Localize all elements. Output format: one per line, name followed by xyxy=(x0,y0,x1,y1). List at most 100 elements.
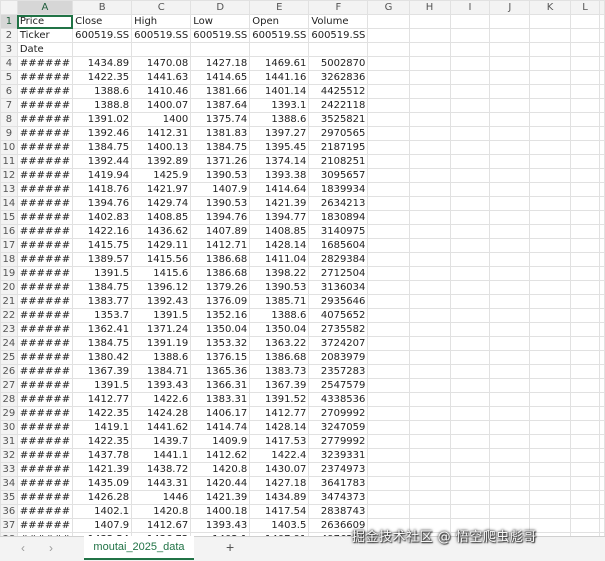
cell-d14[interactable]: 1390.53 xyxy=(190,196,251,211)
cell-k17[interactable] xyxy=(529,238,571,253)
cell-g10[interactable] xyxy=(367,140,410,155)
cell-c18[interactable]: 1415.56 xyxy=(131,252,192,267)
cell-e1[interactable]: Open xyxy=(249,14,310,29)
cell-g17[interactable] xyxy=(367,238,410,253)
cell-a14[interactable]: ###### xyxy=(16,196,74,211)
cell-f4[interactable]: 5002870 xyxy=(308,56,369,71)
column-header-d[interactable]: D xyxy=(190,0,251,15)
column-header-c[interactable]: C xyxy=(131,0,192,15)
cell-b7[interactable]: 1388.8 xyxy=(72,98,133,113)
cell-a33[interactable]: ###### xyxy=(16,462,74,477)
cell-f7[interactable]: 2422118 xyxy=(308,98,369,113)
cell-d11[interactable]: 1371.26 xyxy=(190,154,251,169)
cell-h23[interactable] xyxy=(408,322,451,337)
cell-h21[interactable] xyxy=(408,294,451,309)
row-header[interactable]: 9 xyxy=(0,126,18,141)
cell-f21[interactable]: 2935646 xyxy=(308,294,369,309)
cell-g30[interactable] xyxy=(367,420,410,435)
cell-g15[interactable] xyxy=(367,210,410,225)
cell-k8[interactable] xyxy=(529,112,571,127)
cell-a7[interactable]: ###### xyxy=(16,98,74,113)
cell-e17[interactable]: 1428.14 xyxy=(249,238,310,253)
cell-j34[interactable] xyxy=(489,476,531,491)
cell-j18[interactable] xyxy=(489,252,531,267)
row-header[interactable]: 17 xyxy=(0,238,18,253)
cell-c37[interactable]: 1412.67 xyxy=(131,518,192,533)
cell-h2[interactable] xyxy=(408,28,451,43)
cell-g34[interactable] xyxy=(367,476,410,491)
cell-e18[interactable]: 1411.04 xyxy=(249,252,310,267)
row-header[interactable]: 37 xyxy=(0,518,18,533)
cell-a20[interactable]: ###### xyxy=(16,280,74,295)
cell-g32[interactable] xyxy=(367,448,410,463)
cell-j11[interactable] xyxy=(489,154,531,169)
row-header[interactable]: 23 xyxy=(0,322,18,337)
cell-c21[interactable]: 1392.43 xyxy=(131,294,192,309)
cell-i23[interactable] xyxy=(449,322,491,337)
row-header[interactable]: 20 xyxy=(0,280,18,295)
cell-l8[interactable] xyxy=(569,112,601,127)
cell-e24[interactable]: 1363.22 xyxy=(249,336,310,351)
row-header[interactable]: 12 xyxy=(0,168,18,183)
cell-d6[interactable]: 1381.66 xyxy=(190,84,251,99)
cell-c3[interactable] xyxy=(131,42,192,57)
cell-l37[interactable] xyxy=(569,518,601,533)
cell-f1[interactable]: Volume xyxy=(308,14,369,29)
cell-l6[interactable] xyxy=(569,84,601,99)
scroll-tabs-left-icon[interactable]: ‹ xyxy=(16,541,30,555)
cell-l32[interactable] xyxy=(569,448,601,463)
cell-f27[interactable]: 2547579 xyxy=(308,378,369,393)
cell-i27[interactable] xyxy=(449,378,491,393)
cell-e34[interactable]: 1427.18 xyxy=(249,476,310,491)
cell-g13[interactable] xyxy=(367,182,410,197)
cell-f34[interactable]: 3641783 xyxy=(308,476,369,491)
cell-e32[interactable]: 1422.4 xyxy=(249,448,310,463)
cell-h35[interactable] xyxy=(408,490,451,505)
cell-d30[interactable]: 1414.74 xyxy=(190,420,251,435)
cell-i8[interactable] xyxy=(449,112,491,127)
cell-b19[interactable]: 1391.5 xyxy=(72,266,133,281)
cell-d13[interactable]: 1407.9 xyxy=(190,182,251,197)
cell-b29[interactable]: 1422.35 xyxy=(72,406,133,421)
cell-a32[interactable]: ###### xyxy=(16,448,74,463)
cell-g29[interactable] xyxy=(367,406,410,421)
row-header[interactable]: 6 xyxy=(0,84,18,99)
cell-a18[interactable]: ###### xyxy=(16,252,74,267)
cell-b3[interactable] xyxy=(72,42,133,57)
cell-i2[interactable] xyxy=(449,28,491,43)
cell-e4[interactable]: 1469.61 xyxy=(249,56,310,71)
cell-h15[interactable] xyxy=(408,210,451,225)
row-header[interactable]: 15 xyxy=(0,210,18,225)
cell-a21[interactable]: ###### xyxy=(16,294,74,309)
cell-c26[interactable]: 1384.71 xyxy=(131,364,192,379)
cell-c22[interactable]: 1391.5 xyxy=(131,308,192,323)
cell-e28[interactable]: 1391.52 xyxy=(249,392,310,407)
cell-e13[interactable]: 1414.64 xyxy=(249,182,310,197)
row-header[interactable]: 4 xyxy=(0,56,18,71)
cell-j32[interactable] xyxy=(489,448,531,463)
cell-k31[interactable] xyxy=(529,434,571,449)
cell-f5[interactable]: 3262836 xyxy=(308,70,369,85)
cell-e12[interactable]: 1393.38 xyxy=(249,168,310,183)
row-header[interactable]: 21 xyxy=(0,294,18,309)
cell-i9[interactable] xyxy=(449,126,491,141)
cell-b5[interactable]: 1422.35 xyxy=(72,70,133,85)
cell-d18[interactable]: 1386.68 xyxy=(190,252,251,267)
cell-j1[interactable] xyxy=(489,14,531,29)
cell-h12[interactable] xyxy=(408,168,451,183)
row-header[interactable]: 33 xyxy=(0,462,18,477)
cell-g2[interactable] xyxy=(367,28,410,43)
cell-f22[interactable]: 4075652 xyxy=(308,308,369,323)
cell-l10[interactable] xyxy=(569,140,601,155)
cell-h17[interactable] xyxy=(408,238,451,253)
cell-j33[interactable] xyxy=(489,462,531,477)
cell-i13[interactable] xyxy=(449,182,491,197)
cell-d3[interactable] xyxy=(190,42,251,57)
cell-e27[interactable]: 1367.39 xyxy=(249,378,310,393)
cell-e22[interactable]: 1388.6 xyxy=(249,308,310,323)
cell-b37[interactable]: 1407.9 xyxy=(72,518,133,533)
row-header[interactable]: 7 xyxy=(0,98,18,113)
cell-b35[interactable]: 1426.28 xyxy=(72,490,133,505)
cell-j30[interactable] xyxy=(489,420,531,435)
cell-i24[interactable] xyxy=(449,336,491,351)
